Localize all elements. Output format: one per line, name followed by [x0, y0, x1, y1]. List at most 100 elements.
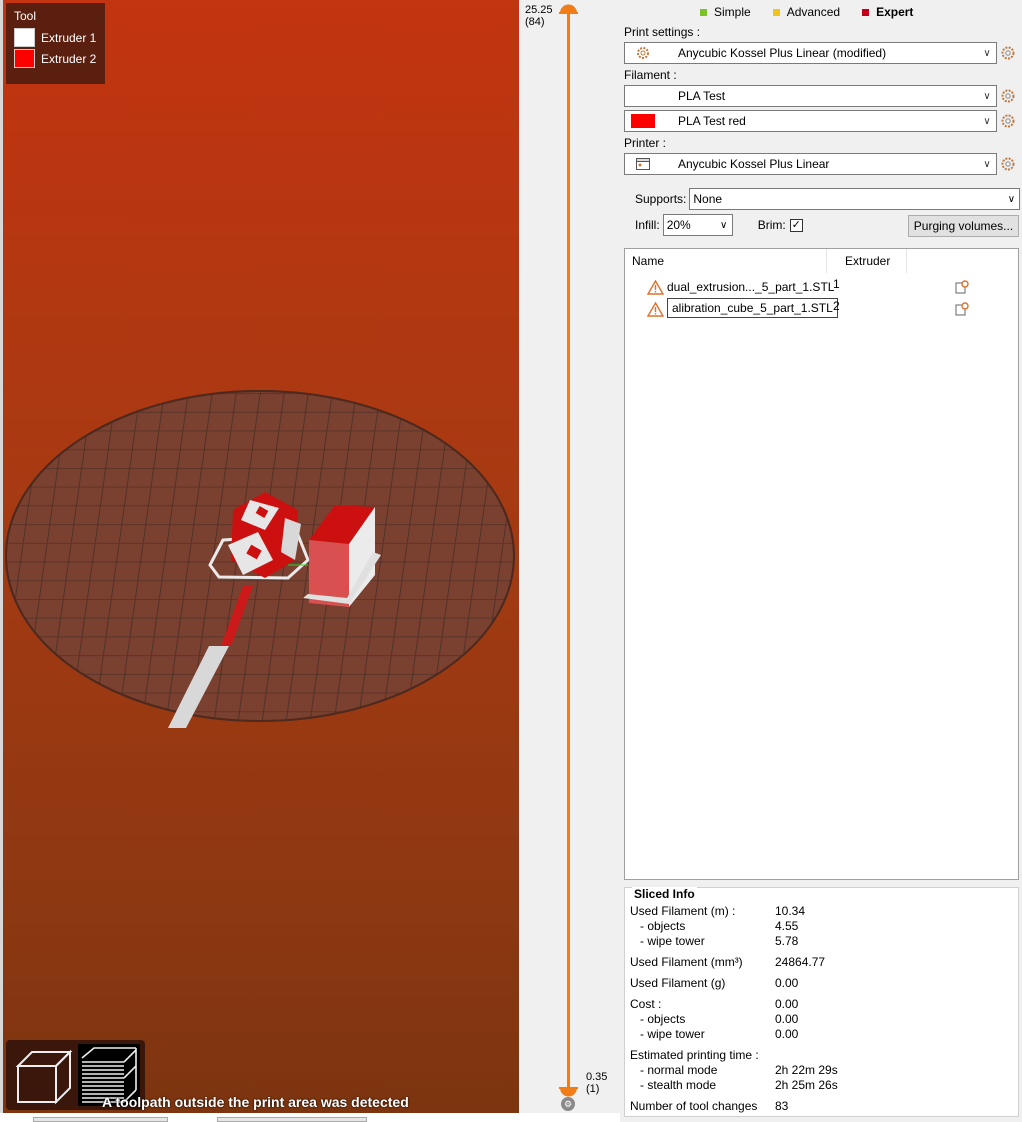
- slider-bottom-readout: 0.35 (1): [586, 1071, 607, 1095]
- brim-label: Brim:: [757, 218, 786, 232]
- mode-selector: Simple Advanced Expert: [700, 5, 913, 19]
- slider-bottom-height: 0.35: [586, 1071, 608, 1083]
- sliced-info-value: 2h 25m 26s: [775, 1078, 838, 1092]
- legend-title: Tool: [14, 9, 37, 23]
- slider-top-handle[interactable]: [559, 4, 578, 23]
- sliced-info-value: 0.00: [775, 976, 799, 990]
- sliced-info-title: Sliced Info: [632, 887, 697, 901]
- supports-label: Supports:: [635, 192, 687, 206]
- slider-top-height: 25.25: [525, 4, 553, 16]
- object-name: dual_extrusion..._5_part_1.STL: [667, 280, 835, 294]
- sliced-info-label: Used Filament (m) :: [630, 904, 736, 918]
- layer-slider[interactable]: 25.25 (84) 0.35 (1) ⚙: [519, 0, 620, 1113]
- infill-row: Infill: 20% ∨ Brim: ✓: [635, 214, 803, 236]
- purging-volumes-button[interactable]: Purging volumes...: [908, 215, 1019, 237]
- column-name[interactable]: Name: [625, 249, 827, 273]
- bottom-tab-1[interactable]: [33, 1117, 168, 1122]
- sliced-info-value: 0.00: [775, 1012, 799, 1026]
- filament-combo-1[interactable]: PLA Test ∨: [624, 85, 997, 107]
- mode-color-icon: [862, 8, 870, 16]
- sliced-info-value: 83: [775, 1099, 789, 1113]
- chevron-down-icon: ∨: [983, 47, 991, 59]
- printer-edit-icon[interactable]: [1001, 157, 1015, 171]
- infill-value: 20%: [666, 218, 691, 232]
- brim-checkbox[interactable]: ✓: [789, 218, 803, 232]
- mode-label: Simple: [714, 5, 751, 19]
- legend-item-extruder-1: Extruder 1: [14, 27, 97, 48]
- sliced-info-label: Estimated printing time :: [630, 1048, 759, 1062]
- slider-bottom-handle[interactable]: [559, 1079, 578, 1098]
- sliced-info-label: Cost :: [630, 997, 662, 1011]
- print-settings-label: Print settings :: [624, 25, 701, 39]
- sliced-info-label: - normal mode: [630, 1063, 718, 1077]
- object-extruder[interactable]: 1: [833, 277, 840, 291]
- tool-legend: Tool Extruder 1 Extruder 2: [6, 3, 105, 84]
- warning-icon: [647, 302, 664, 317]
- infill-label: Infill:: [635, 218, 660, 232]
- print-settings-combo[interactable]: Anycubic Kossel Plus Linear (modified) ∨: [624, 42, 997, 64]
- printer-combo[interactable]: Anycubic Kossel Plus Linear ∨: [624, 153, 997, 175]
- sliced-info-value: 0.00: [775, 1027, 799, 1041]
- sliced-info-value: 5.78: [775, 934, 799, 948]
- legend-label: Extruder 1: [41, 30, 97, 45]
- sliced-info-label: - wipe tower: [630, 1027, 705, 1041]
- 3d-viewport[interactable]: Tool Extruder 1 Extruder 2 A toolpath ou…: [0, 0, 519, 1113]
- legend-item-extruder-2: Extruder 2: [14, 48, 97, 69]
- supports-dropdown[interactable]: None ∨: [689, 188, 1021, 210]
- print-settings-value: Anycubic Kossel Plus Linear (modified): [678, 46, 887, 60]
- app-window: Tool Extruder 1 Extruder 2 A toolpath ou…: [0, 0, 1022, 1122]
- settings-sidebar: Simple Advanced Expert Print settings : …: [33, 0, 1022, 1122]
- filament-1-edit-icon[interactable]: [1001, 89, 1015, 103]
- sliced-info-value: 4.55: [775, 919, 799, 933]
- sliced-info-label: Number of tool changes: [630, 1099, 758, 1113]
- mode-advanced[interactable]: Advanced: [772, 5, 841, 19]
- sliced-info-label: Used Filament (mm³): [630, 955, 743, 969]
- mode-simple[interactable]: Simple: [700, 5, 751, 19]
- table-row[interactable]: dual_extrusion..._5_part_1.STL 1: [625, 277, 1018, 299]
- filament-value: PLA Test: [678, 89, 726, 103]
- sliced-info-value: 24864.77: [775, 955, 826, 969]
- mode-label: Expert: [876, 5, 914, 19]
- object-settings-icon[interactable]: [955, 280, 969, 294]
- mode-color-icon: [700, 8, 707, 16]
- chevron-down-icon: ∨: [1007, 193, 1016, 205]
- sliced-info-label: - stealth mode: [630, 1078, 717, 1092]
- legend-swatch: [14, 49, 35, 68]
- object-list-header: Name Extruder: [625, 249, 1018, 273]
- sliced-info-value: 0.00: [775, 997, 799, 1011]
- print-settings-cog-icon: [625, 46, 661, 60]
- bottom-tab-2[interactable]: [217, 1117, 367, 1122]
- slider-bottom-layer: (1): [586, 1083, 600, 1095]
- table-row[interactable]: alibration_cube_5_part_1.STL 2: [625, 298, 1018, 321]
- chevron-down-icon: ∨: [983, 158, 991, 170]
- slider-track[interactable]: [567, 10, 570, 1088]
- object-extruder[interactable]: 2: [833, 299, 840, 313]
- toolpath-warning: A toolpath outside the print area was de…: [102, 1094, 409, 1110]
- printer-icon: [625, 158, 661, 170]
- mode-color-icon: [772, 8, 780, 16]
- filament-combo-2[interactable]: PLA Test red ∨: [624, 110, 997, 132]
- object-name-edit-field[interactable]: alibration_cube_5_part_1.STL: [667, 298, 838, 318]
- sliced-info-value: 10.34: [775, 904, 806, 918]
- printer-label: Printer :: [624, 136, 667, 150]
- printer-value: Anycubic Kossel Plus Linear: [678, 157, 830, 171]
- print-bed-scene: [5, 390, 515, 728]
- sliced-info-label: - objects: [630, 919, 686, 933]
- chevron-down-icon: ∨: [983, 90, 991, 102]
- 3d-view-icon[interactable]: [12, 1044, 74, 1106]
- filament-2-edit-icon[interactable]: [1001, 114, 1015, 128]
- legend-swatch: [14, 28, 35, 47]
- supports-value: None: [693, 192, 723, 206]
- mode-label: Advanced: [786, 5, 841, 19]
- warning-icon: [647, 280, 664, 295]
- sliced-info-label: Used Filament (g): [630, 976, 726, 990]
- print-settings-edit-icon[interactable]: [1001, 46, 1015, 60]
- slider-settings-icon[interactable]: ⚙: [561, 1097, 575, 1111]
- column-extruder[interactable]: Extruder: [827, 249, 907, 273]
- supports-row: Supports: None ∨: [635, 188, 1021, 210]
- infill-dropdown[interactable]: 20% ∨: [662, 214, 733, 236]
- object-settings-icon[interactable]: [955, 302, 969, 316]
- mode-expert[interactable]: Expert: [862, 5, 913, 19]
- sliced-info-value: 2h 22m 29s: [775, 1063, 838, 1077]
- chevron-down-icon: ∨: [983, 115, 991, 127]
